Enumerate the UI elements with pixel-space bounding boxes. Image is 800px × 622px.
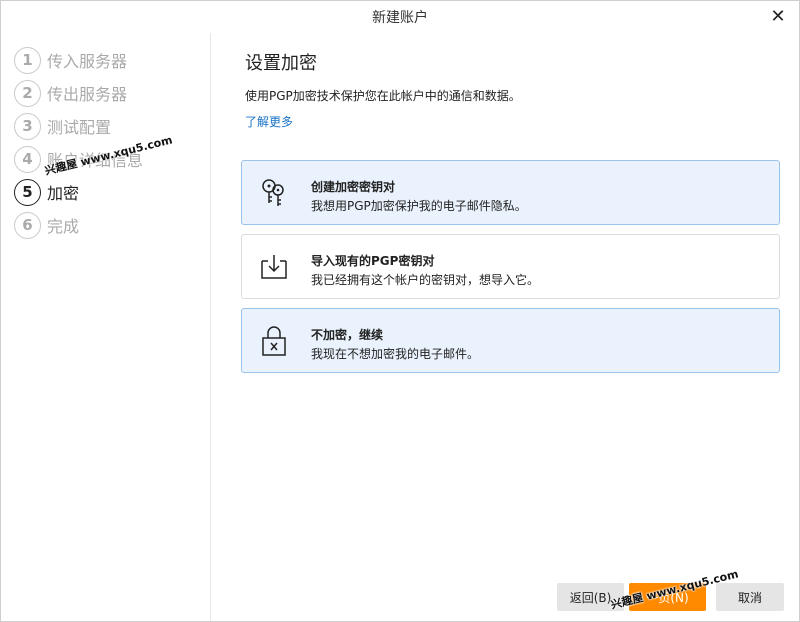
option-no-encryption[interactable]: 不加密，继续 我现在不想加密我的电子邮件。 xyxy=(241,308,780,373)
step-finish: 6 完成 xyxy=(14,210,79,240)
close-icon: ✕ xyxy=(770,5,786,27)
step-number: 2 xyxy=(14,79,41,107)
step-label: 完成 xyxy=(47,217,80,236)
page-description: 使用PGP加密技术保护您在此帐户中的通信和数据。 xyxy=(245,89,521,103)
learn-more-link[interactable]: 了解更多 xyxy=(245,113,293,130)
step-label: 传出服务器 xyxy=(47,85,128,104)
option-title: 创建加密密钥对 xyxy=(311,180,396,194)
option-title: 导入现有的PGP密钥对 xyxy=(311,254,435,268)
option-import-keypair[interactable]: 导入现有的PGP密钥对 我已经拥有这个帐户的密钥对，想导入它。 xyxy=(241,234,780,299)
step-encryption: 5 加密 xyxy=(14,177,79,207)
option-create-keypair[interactable]: 创建加密密钥对 我想用PGP加密保护我的电子邮件隐私。 xyxy=(241,160,780,225)
main-panel: 设置加密 使用PGP加密技术保护您在此帐户中的通信和数据。 了解更多 创建加密密… xyxy=(212,33,799,621)
step-number: 3 xyxy=(14,112,41,140)
step-label: 加密 xyxy=(47,184,80,203)
option-subtitle: 我想用PGP加密保护我的电子邮件隐私。 xyxy=(311,199,527,213)
page-title: 设置加密 xyxy=(245,53,317,74)
keys-icon xyxy=(256,174,292,212)
step-number: 6 xyxy=(14,211,41,239)
step-test-config: 3 测试配置 xyxy=(14,111,111,141)
step-number: 4 xyxy=(14,145,41,173)
step-number: 1 xyxy=(14,46,41,74)
steps-sidebar: 1 传入服务器 2 传出服务器 3 测试配置 4 账户详细信息 5 加密 6 完… xyxy=(1,33,211,621)
step-incoming-server: 1 传入服务器 xyxy=(14,45,127,75)
import-icon xyxy=(256,248,292,286)
cancel-button[interactable]: 取消 xyxy=(716,583,784,611)
new-account-dialog: 新建账户 ✕ 1 传入服务器 2 传出服务器 3 测试配置 4 账户详细信息 5… xyxy=(0,0,800,622)
option-subtitle: 我已经拥有这个帐户的密钥对，想导入它。 xyxy=(311,273,540,287)
step-label: 传入服务器 xyxy=(47,52,128,71)
title-bar: 新建账户 xyxy=(1,1,799,33)
dialog-title: 新建账户 xyxy=(372,10,428,26)
unlocked-icon xyxy=(256,322,292,360)
step-outgoing-server: 2 传出服务器 xyxy=(14,78,127,108)
option-subtitle: 我现在不想加密我的电子邮件。 xyxy=(311,347,480,361)
close-button[interactable]: ✕ xyxy=(767,5,789,27)
option-title: 不加密，继续 xyxy=(311,328,384,342)
step-label: 测试配置 xyxy=(47,118,112,137)
step-number: 5 xyxy=(14,178,41,206)
